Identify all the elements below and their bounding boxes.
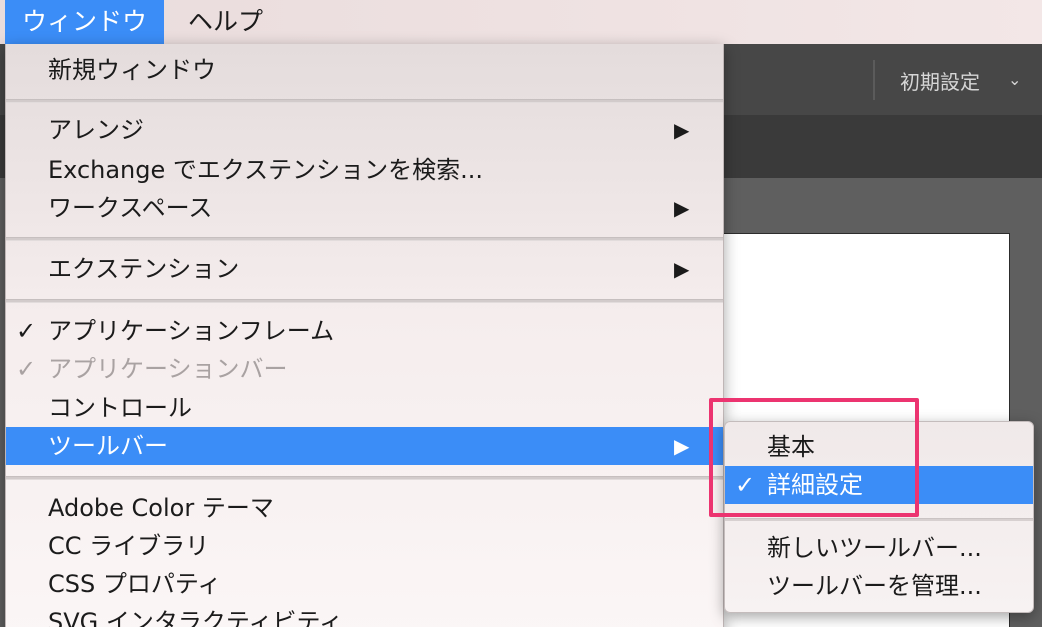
submenu-item-label: 新しいツールバー... [767, 534, 982, 562]
menu-window[interactable]: ウィンドウ [5, 0, 165, 44]
menu-item-label: 新規ウィンドウ [48, 56, 216, 84]
menu-item-label: エクステンション [48, 255, 240, 283]
submenu-item-label: ツールバーを管理... [767, 572, 982, 600]
menu-item-label: ツールバー [48, 432, 168, 460]
menu-separator [6, 476, 723, 480]
menu-item-cc-libraries[interactable]: CC ライブラリ [6, 527, 723, 565]
menu-separator [6, 299, 723, 303]
menu-item-label: SVG インタラクティビティ [48, 608, 343, 627]
menu-item-application-frame[interactable]: ✓ アプリケーションフレーム [6, 312, 723, 350]
menu-item-label: Adobe Color テーマ [48, 494, 274, 522]
menubar: ウィンドウ ヘルプ [0, 0, 1042, 44]
submenu-arrow-icon: ▶ [674, 434, 690, 458]
window-menu-dropdown: 新規ウィンドウ アレンジ ▶ Exchange でエクステンションを検索... … [5, 44, 724, 627]
menu-item-toolbar[interactable]: ツールバー ▶ [6, 427, 723, 465]
menu-item-arrange[interactable]: アレンジ ▶ [6, 111, 723, 149]
menu-item-new-window[interactable]: 新規ウィンドウ [6, 51, 723, 89]
menu-item-label: アレンジ [48, 116, 144, 144]
submenu-arrow-icon: ▶ [674, 257, 690, 281]
menu-item-label: Exchange でエクステンションを検索... [48, 156, 484, 184]
menu-item-application-bar: ✓ アプリケーションバー [6, 350, 723, 388]
checkmark-icon: ✓ [16, 317, 37, 345]
menu-item-label: アプリケーションバー [48, 355, 288, 383]
menu-item-css-properties[interactable]: CSS プロパティ [6, 565, 723, 603]
chevron-down-icon[interactable]: ⌄ [1008, 70, 1021, 89]
menu-item-control[interactable]: コントロール [6, 389, 723, 427]
menu-item-extensions[interactable]: エクステンション ▶ [6, 250, 723, 288]
submenu-item-manage-toolbars[interactable]: ツールバーを管理... [725, 567, 1033, 605]
menu-item-label: コントロール [48, 394, 192, 422]
submenu-arrow-icon: ▶ [674, 118, 690, 142]
menu-item-svg-interactivity[interactable]: SVG インタラクティビティ [6, 603, 723, 627]
menu-item-exchange[interactable]: Exchange でエクステンションを検索... [6, 151, 723, 189]
menu-item-label: CSS プロパティ [48, 570, 222, 598]
workspace-switcher-label[interactable]: 初期設定 [900, 66, 980, 95]
menu-separator [6, 237, 723, 241]
options-bar-divider [873, 60, 875, 100]
menu-item-workspace[interactable]: ワークスペース ▶ [6, 189, 723, 227]
menu-item-label: ワークスペース [48, 194, 213, 222]
menu-help[interactable]: ヘルプ [171, 0, 280, 44]
submenu-arrow-icon: ▶ [674, 196, 690, 220]
menu-separator [6, 99, 723, 103]
menu-item-label: アプリケーションフレーム [48, 317, 335, 345]
checkmark-icon: ✓ [16, 355, 37, 383]
annotation-highlight-box [709, 398, 919, 517]
submenu-item-new-toolbar[interactable]: 新しいツールバー... [725, 529, 1033, 567]
menu-separator [725, 518, 1033, 521]
menu-item-adobe-color-themes[interactable]: Adobe Color テーマ [6, 489, 723, 527]
menu-item-label: CC ライブラリ [48, 532, 210, 560]
